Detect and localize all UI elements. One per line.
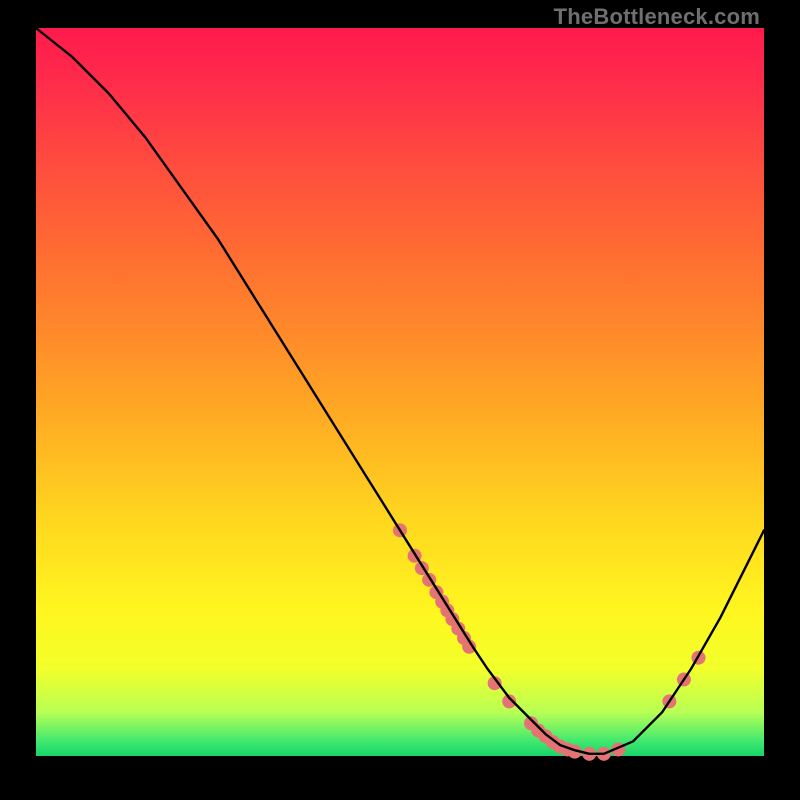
watermark-text: TheBottleneck.com [554, 4, 760, 30]
chart-svg [36, 28, 764, 756]
chart-markers [393, 523, 705, 761]
chart-curve [36, 28, 764, 754]
